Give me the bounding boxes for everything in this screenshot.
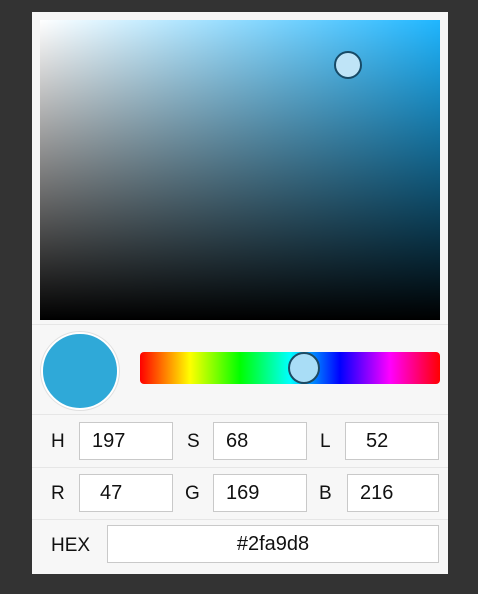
saturation-value-handle[interactable] [334,51,362,79]
divider [32,324,448,325]
hex-label: HEX [51,535,91,556]
lightness-label: L [320,431,331,452]
lightness-input[interactable]: 52 [345,422,439,460]
divider [32,467,448,468]
red-label: R [51,483,65,504]
color-picker-panel: H 197 S 68 L 52 R 47 G 169 B 216 HEX #2f… [32,12,448,574]
saturation-input[interactable]: 68 [213,422,307,460]
hue-slider-handle[interactable] [288,352,321,384]
red-input[interactable]: 47 [79,474,173,512]
saturation-label: S [187,431,200,452]
blue-input[interactable]: 216 [347,474,439,512]
green-input[interactable]: 169 [213,474,307,512]
color-preview-swatch [41,332,119,410]
hue-slider[interactable] [140,352,440,384]
divider [32,414,448,415]
blue-label: B [319,483,332,504]
hue-input[interactable]: 197 [79,422,173,460]
hex-input[interactable]: #2fa9d8 [107,525,439,563]
saturation-value-area[interactable] [40,20,440,320]
green-label: G [185,483,200,504]
hue-label: H [51,431,65,452]
divider [32,519,448,520]
